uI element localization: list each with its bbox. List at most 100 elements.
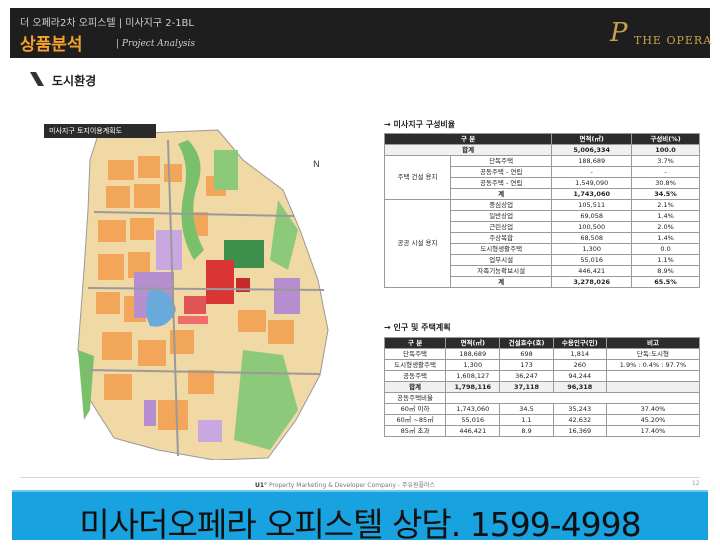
table-cell: 1,608,127: [445, 370, 501, 382]
table-cell: 공동주택 - 연립: [449, 177, 553, 189]
table-cell: [605, 370, 701, 382]
table-cell: 260: [552, 359, 607, 371]
table-cell: 합계: [383, 381, 447, 393]
compass-icon: N: [313, 160, 320, 170]
table-cell: 37.40%: [605, 403, 701, 415]
table-cell: 55,016: [445, 414, 501, 426]
page-header: 더 오페라2차 오피스텔 | 미사지구 2-1BL 상품분석 | Project…: [10, 8, 713, 58]
table-cell: 55,016: [551, 254, 633, 266]
section-marker-icon: [30, 72, 44, 86]
footer-divider: [20, 477, 700, 478]
table-cell: 100,500: [551, 221, 633, 233]
table-header-cell: 면적(㎡): [445, 337, 501, 349]
table-cell: 96,318: [552, 381, 607, 393]
table-cell: 도시형생활주택: [383, 359, 447, 371]
table-cell: 37,118: [499, 381, 554, 393]
table-cell: 단독:도시형: [605, 348, 701, 360]
table-cell: 근린상업: [449, 221, 553, 233]
table-cell: 1.4%: [631, 210, 700, 222]
map-label: 미사지구 토지이용계획도: [44, 124, 156, 138]
table-cell: 1,743,060: [551, 188, 633, 200]
table-cell: 698: [499, 348, 554, 360]
table-cell: 69,058: [551, 210, 633, 222]
table-row: 60㎡ 이하 1,743,060 34.5 35,243 37.40%: [383, 403, 701, 415]
table-cell: 65.5%: [631, 276, 700, 288]
table-row: 60㎡ ~85㎡ 55,016 1.1 42,632 45.20%: [383, 414, 701, 426]
table-cell: 16,369: [552, 425, 607, 437]
table-cell: 1,814: [552, 348, 607, 360]
table-row: 도시형생활주택 1,300 173 260 1.9% : 0.4% : 97.7…: [383, 359, 701, 371]
table-cell: 주상복합: [449, 232, 553, 244]
table-cell: 188,689: [551, 155, 633, 167]
logo-text: THE OPERA: [634, 34, 713, 47]
table-header-cell: 수용인구(인): [552, 337, 607, 349]
logo-mark: P: [610, 18, 628, 48]
table-cell: 5,006,334: [551, 144, 633, 156]
table-cell: 계: [449, 276, 553, 288]
table-cell: 35,243: [552, 403, 607, 415]
table-cell: -: [551, 166, 633, 178]
table-cell: 자족기능확보시설: [449, 265, 553, 277]
table-header-row: 구 분 면적(㎡) 구성비(%): [383, 133, 700, 145]
table-cell: 도시형생활주택: [449, 243, 553, 255]
header-title-en: | Project Analysis: [116, 39, 196, 49]
table-cell: 94,244: [552, 370, 607, 382]
table-cell: 1,798,116: [445, 381, 501, 393]
table-header-cell: 구 분: [383, 337, 447, 349]
table-cell: 105,511: [551, 199, 633, 211]
land-use-map: [77, 129, 329, 460]
table2-caption: → 인구 및 주택계획: [384, 323, 451, 332]
table-row: 공공 시설 용지 중심상업 105,511 2.1%: [384, 199, 700, 288]
table-cell: 60㎡ ~85㎡: [383, 414, 447, 426]
table-cell: 1,300: [445, 359, 501, 371]
table-cell: 공동주택: [383, 370, 447, 382]
banner-text: 미사더오페라 오피스텔 상담. 1599-4998: [79, 505, 641, 544]
table-cell: 42,632: [552, 414, 607, 426]
table-cell: 3.7%: [631, 155, 700, 167]
table-cell: 36,247: [499, 370, 554, 382]
table-header-cell: 면적(㎡): [551, 133, 633, 145]
table-cell: [605, 381, 701, 393]
footer: U1° Property Marketing & Developer Compa…: [255, 480, 435, 489]
table-cell: 중심상업: [449, 199, 553, 211]
table-cell: 85㎡ 초과: [383, 425, 447, 437]
section-title: 도시환경: [52, 74, 97, 88]
page-number: 12: [692, 480, 700, 487]
table-cell: 1,300: [551, 243, 633, 255]
table-cell: 1.1%: [631, 254, 700, 266]
population-housing-table: 구 분 면적(㎡) 건설호수(호) 수용인구(인) 비고 단독주택 188,68…: [383, 337, 701, 437]
table-cell: [445, 392, 700, 404]
table-group-cell: 주택 건설 용지: [384, 155, 451, 200]
table-cell: 34.5: [499, 403, 554, 415]
header-subtitle: 더 오페라2차 오피스텔 | 미사지구 2-1BL: [20, 18, 194, 29]
table-cell: 446,421: [445, 425, 501, 437]
table-row: 공동주택 1,608,127 36,247 94,244: [383, 370, 701, 382]
table-header-cell: 구성비(%): [631, 133, 700, 145]
table-row: 85㎡ 초과 446,421 8.9 16,369 17.40%: [383, 425, 701, 437]
table-cell: 60㎡ 이하: [383, 403, 447, 415]
table-cell: 30.8%: [631, 177, 700, 189]
table-cell: 17.40%: [605, 425, 701, 437]
table-cell: 173: [499, 359, 554, 371]
table-row: 주택 건설 용지 단독주택 188,689 3.7%: [384, 155, 700, 200]
table-header-cell: 건설호수(호): [499, 337, 554, 349]
table-cell: 188,689: [445, 348, 501, 360]
table-cell: 1,549,090: [551, 177, 633, 189]
table-header-cell: 구 분: [383, 133, 553, 145]
table-cell: 1.4%: [631, 232, 700, 244]
table-cell: 2.1%: [631, 199, 700, 211]
footer-brand: U1°: [255, 482, 268, 489]
table-cell: 업무시설: [449, 254, 553, 266]
table-cell: 8.9: [499, 425, 554, 437]
table-group-cell: 공공 시설 용지: [384, 199, 451, 288]
table1-caption: → 미사지구 구성비율: [384, 120, 456, 129]
table-cell: 8.9%: [631, 265, 700, 277]
table-cell: 68,508: [551, 232, 633, 244]
table-cell: 합계: [383, 144, 553, 156]
table-cell: 45.20%: [605, 414, 701, 426]
table-cell: 1.9% : 0.4% : 97.7%: [605, 359, 701, 371]
table-header-row: 구 분 면적(㎡) 건설호수(호) 수용인구(인) 비고: [383, 337, 701, 349]
table-cell: 공동주택 - 연립: [449, 166, 553, 178]
table-cell: 0.0: [631, 243, 700, 255]
contact-banner: 미사더오페라 오피스텔 상담. 1599-4998: [12, 490, 708, 544]
